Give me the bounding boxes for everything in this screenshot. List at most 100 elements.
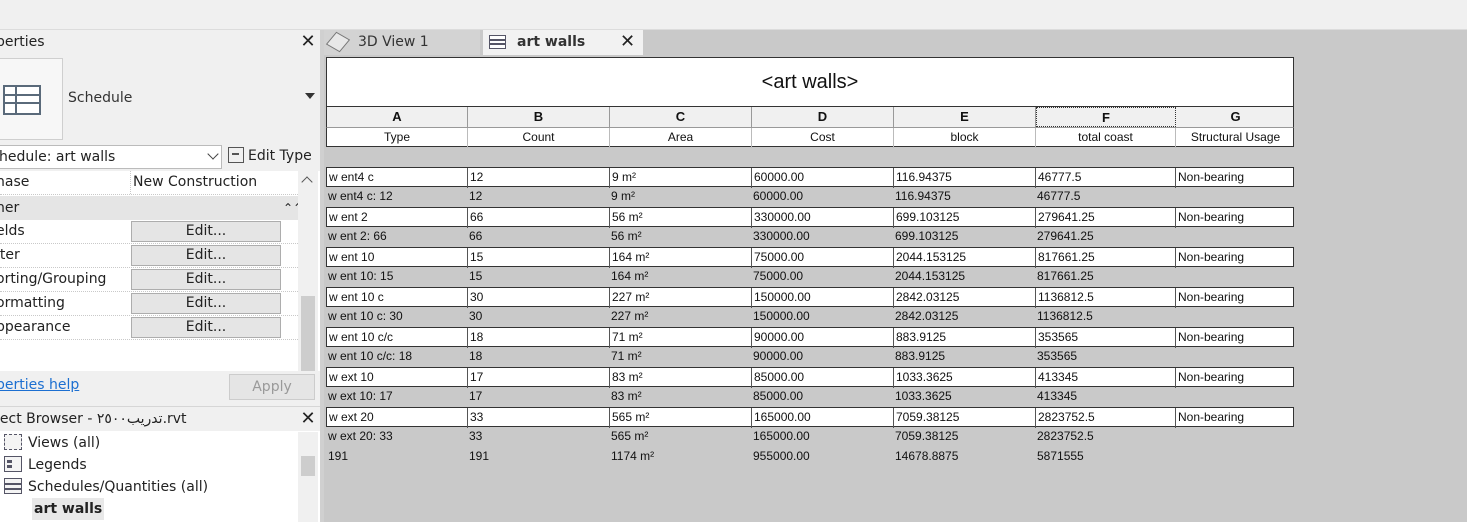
cell-col-b[interactable]: 66: [467, 227, 609, 247]
close-tab-icon[interactable]: ✕: [620, 33, 635, 51]
cell-col-f[interactable]: 353565: [1036, 328, 1176, 348]
cell-col-c[interactable]: 9 m²: [610, 168, 752, 188]
group-total-row[interactable]: w ent4 c: 12 12 9 m² 60000.00 116.94375 46777…: [326, 187, 1294, 207]
cell-col-f[interactable]: 817661.25: [1036, 248, 1176, 268]
cell-col-f[interactable]: 353565: [1035, 347, 1175, 367]
edit-type-button[interactable]: Edit Type: [228, 146, 312, 166]
cell-col-g[interactable]: [1175, 267, 1294, 287]
cell-col-b[interactable]: 18: [468, 328, 610, 348]
cell-col-e[interactable]: 14678.8875: [893, 447, 1035, 467]
cell-col-f[interactable]: 46777.5: [1036, 168, 1176, 188]
cell-col-b[interactable]: 30: [468, 288, 610, 308]
cell-col-f[interactable]: 817661.25: [1035, 267, 1175, 287]
cell-col-d[interactable]: 85000.00: [751, 387, 893, 407]
cell-col-c[interactable]: 1174 m²: [609, 447, 751, 467]
table-row[interactable]: w ent 10 c 30 227 m² 150000.00 2842.03125 113…: [326, 287, 1295, 308]
cell-col-d[interactable]: 330000.00: [752, 208, 894, 228]
apply-button[interactable]: Apply: [229, 374, 315, 400]
cell-col-g[interactable]: Non-bearing: [1176, 368, 1295, 388]
cell-col-e[interactable]: block: [894, 128, 1036, 148]
cell-col-f[interactable]: 413345: [1036, 368, 1176, 388]
cell-col-c[interactable]: 164 m²: [610, 248, 752, 268]
cell-col-c[interactable]: 71 m²: [609, 347, 751, 367]
tab-3d-view[interactable]: 3D View 1: [324, 30, 480, 55]
group-total-row[interactable]: w ext 10: 17 17 83 m² 85000.00 1033.3625 4133…: [326, 387, 1294, 407]
cell-col-f[interactable]: 413345: [1035, 387, 1175, 407]
cell-col-d[interactable]: 150000.00: [752, 288, 894, 308]
cell-col-b[interactable]: 33: [468, 408, 610, 428]
tab-art-walls[interactable]: art walls ✕: [483, 30, 643, 55]
cell-col-e[interactable]: E: [894, 107, 1036, 127]
cell-col-d[interactable]: 60000.00: [752, 168, 894, 188]
cell-col-f[interactable]: 279641.25: [1035, 227, 1175, 247]
cell-col-a[interactable]: w ent 10: [327, 248, 468, 268]
tree-item-views[interactable]: Views (all): [4, 432, 100, 454]
edit-fields-button[interactable]: Edit...: [131, 221, 281, 242]
cell-col-a[interactable]: w ent4 c: 12: [326, 187, 467, 207]
cell-col-e[interactable]: 7059.38125: [894, 408, 1036, 428]
cell-col-c[interactable]: 227 m²: [610, 288, 752, 308]
cell-col-c[interactable]: 83 m²: [610, 368, 752, 388]
table-row[interactable]: w ext 10 17 83 m² 85000.00 1033.3625 413345 No…: [326, 367, 1295, 388]
cell-col-c[interactable]: 565 m²: [609, 427, 751, 447]
cell-col-g[interactable]: Non-bearing: [1176, 408, 1295, 428]
cell-col-c[interactable]: 56 m²: [610, 208, 752, 228]
cell-col-f[interactable]: 279641.25: [1036, 208, 1176, 228]
cell-col-d[interactable]: D: [752, 107, 894, 127]
cell-col-b[interactable]: 15: [467, 267, 609, 287]
type-selector[interactable]: Schedule: [0, 55, 322, 143]
cell-col-b[interactable]: 18: [467, 347, 609, 367]
group-header-other[interactable]: her ⌃⌃: [0, 196, 303, 220]
cell-col-g[interactable]: Non-bearing: [1176, 208, 1295, 228]
cell-col-g[interactable]: [1175, 427, 1294, 447]
scroll-thumb[interactable]: [301, 296, 315, 378]
cell-col-d[interactable]: 330000.00: [751, 227, 893, 247]
cell-col-b[interactable]: B: [468, 107, 610, 127]
scroll-up-icon[interactable]: [301, 176, 313, 188]
cell-col-c[interactable]: 9 m²: [609, 187, 751, 207]
edit-filter-button[interactable]: Edit...: [131, 245, 281, 266]
cell-col-e[interactable]: 1033.3625: [893, 387, 1035, 407]
cell-col-b[interactable]: 30: [467, 307, 609, 327]
tree-item-schedules[interactable]: Schedules/Quantities (all): [4, 476, 208, 498]
cell-col-g[interactable]: Non-bearing: [1176, 248, 1295, 268]
cell-col-f[interactable]: 1136812.5: [1035, 307, 1175, 327]
cell-col-d[interactable]: 150000.00: [751, 307, 893, 327]
cell-col-b[interactable]: 17: [467, 387, 609, 407]
cell-col-d[interactable]: 165000.00: [751, 427, 893, 447]
cell-col-c[interactable]: 164 m²: [609, 267, 751, 287]
cell-col-e[interactable]: 116.94375: [893, 187, 1035, 207]
cell-col-a[interactable]: Type: [327, 128, 468, 148]
cell-col-b[interactable]: 191: [467, 447, 609, 467]
cell-col-a[interactable]: w ext 10: 17: [326, 387, 467, 407]
cell-col-g[interactable]: Non-bearing: [1176, 288, 1295, 308]
cell-col-e[interactable]: 2044.153125: [894, 248, 1036, 268]
close-browser-icon[interactable]: ✕: [299, 410, 317, 428]
cell-col-e[interactable]: 699.103125: [894, 208, 1036, 228]
group-total-row[interactable]: w ent 10 c/c: 18 18 71 m² 90000.00 883.9125 3…: [326, 347, 1294, 367]
cell-col-a[interactable]: w ent 10 c/c: 18: [326, 347, 467, 367]
cell-col-d[interactable]: 85000.00: [752, 368, 894, 388]
cell-col-g[interactable]: [1175, 447, 1294, 467]
cell-col-a[interactable]: A: [327, 107, 468, 127]
cell-col-e[interactable]: 116.94375: [894, 168, 1036, 188]
cell-col-e[interactable]: 2842.03125: [894, 288, 1036, 308]
cell-col-c[interactable]: 71 m²: [610, 328, 752, 348]
column-header-row[interactable]: Type Count Area Cost block total coast Structu…: [326, 127, 1295, 148]
group-total-row[interactable]: w ext 20: 33 33 565 m² 165000.00 7059.38125 2…: [326, 427, 1294, 447]
cell-col-g[interactable]: Structural Usage: [1176, 128, 1295, 148]
cell-col-c[interactable]: 227 m²: [609, 307, 751, 327]
cell-col-f[interactable]: 5871555: [1035, 447, 1175, 467]
cell-col-g[interactable]: [1175, 347, 1294, 367]
browser-scrollbar[interactable]: [298, 432, 318, 522]
properties-scrollbar[interactable]: [298, 171, 318, 401]
edit-appearance-button[interactable]: Edit...: [131, 317, 281, 338]
cell-col-b[interactable]: 12: [467, 187, 609, 207]
cell-col-d[interactable]: 165000.00: [752, 408, 894, 428]
cell-col-f[interactable]: 2823752.5: [1036, 408, 1176, 428]
column-letter-row[interactable]: ABCDEFG: [326, 107, 1294, 127]
tree-item-legends[interactable]: Legends: [4, 454, 87, 476]
cell-col-b[interactable]: 15: [468, 248, 610, 268]
cell-col-f[interactable]: total coast: [1036, 128, 1176, 148]
group-total-row[interactable]: w ent 10 c: 30 30 227 m² 150000.00 2842.0312…: [326, 307, 1294, 327]
